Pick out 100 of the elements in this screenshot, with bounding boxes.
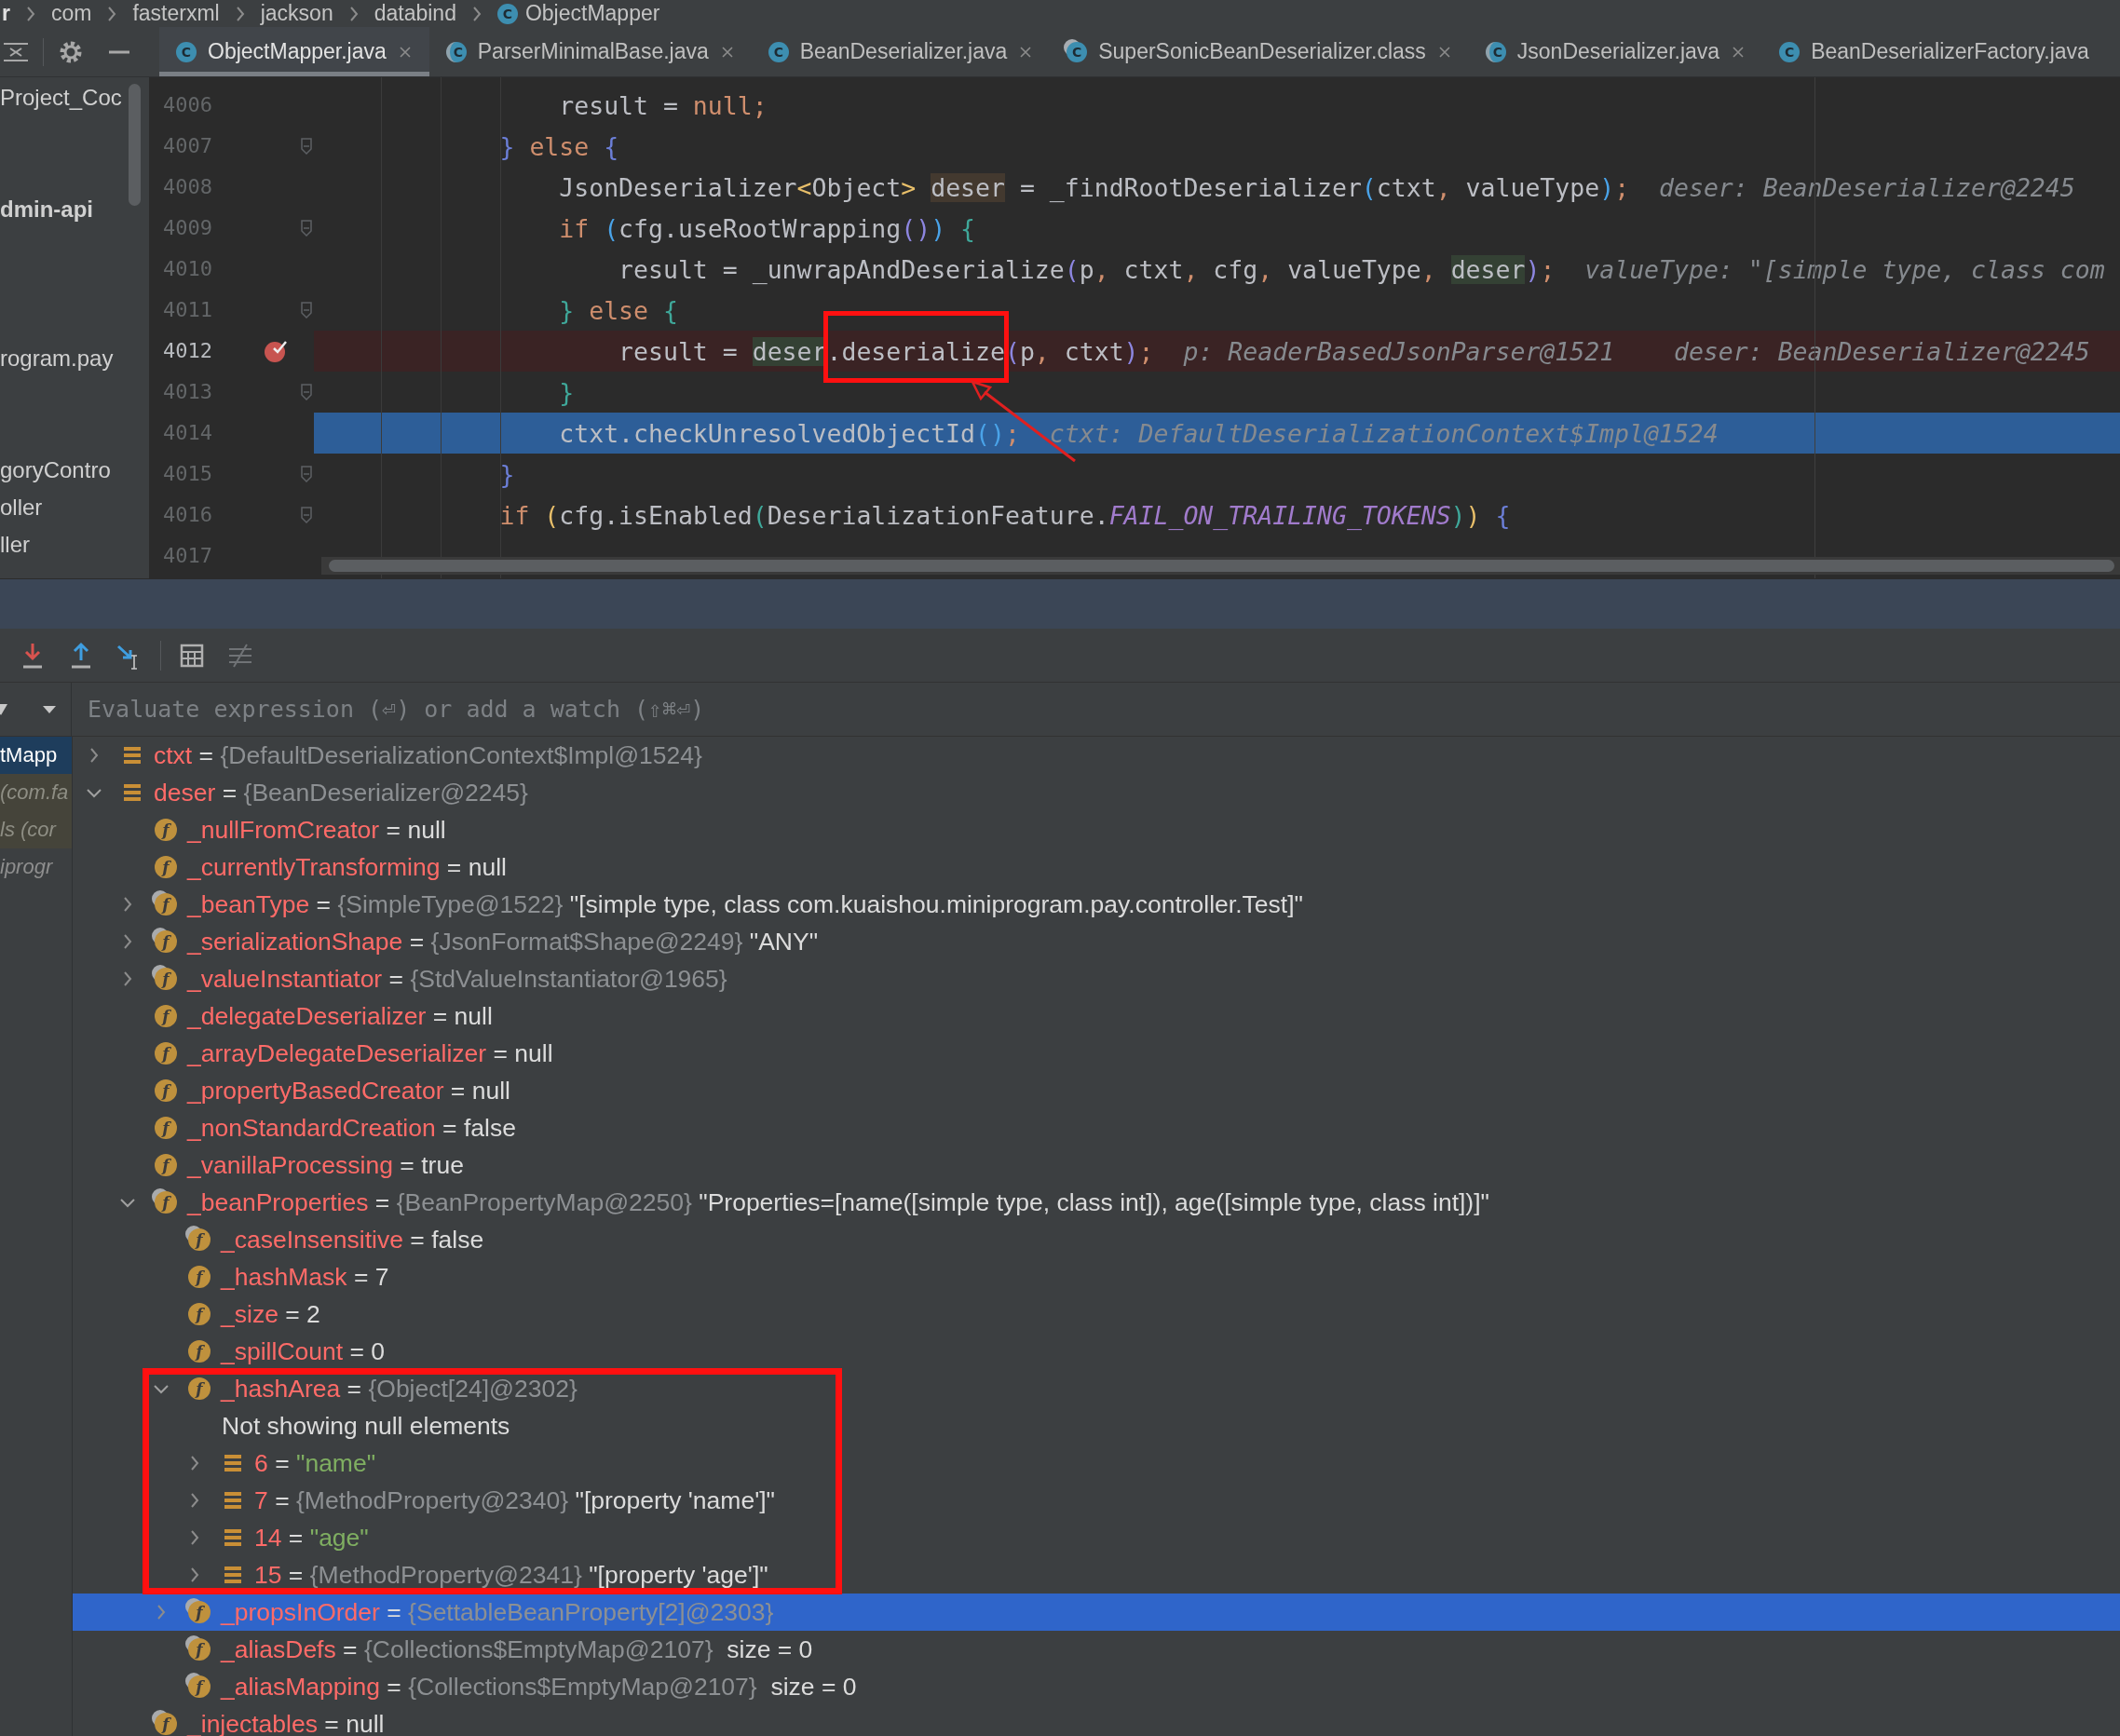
close-icon[interactable] bbox=[397, 44, 413, 60]
editor-tab[interactable]: C ObjectMapper.java bbox=[159, 27, 429, 76]
variable-text: _delegateDeserializer = null bbox=[187, 1001, 493, 1031]
close-icon[interactable] bbox=[719, 44, 735, 60]
project-tree-item[interactable]: rogram.pay bbox=[0, 346, 114, 372]
filter-icon[interactable] bbox=[0, 701, 9, 717]
variable-icon bbox=[224, 1566, 242, 1584]
variable-row[interactable]: f _hashArea = {Object[24]@2302} bbox=[73, 1370, 2120, 1407]
project-tree-item[interactable]: Project_Coc bbox=[0, 85, 122, 111]
variable-row[interactable]: f _serializationShape = {JsonFormat$Shape@2249} "ANY" bbox=[73, 923, 2120, 960]
close-icon[interactable] bbox=[1436, 44, 1452, 60]
abstract-class-icon: C bbox=[1485, 41, 1506, 62]
variable-row[interactable]: f _nonStandardCreation = false bbox=[73, 1109, 2120, 1146]
project-tree-item[interactable]: dmin-api bbox=[0, 197, 93, 223]
fold-icon[interactable] bbox=[299, 506, 313, 524]
field-icon: f bbox=[155, 1191, 177, 1214]
code-text: ctxt.checkUnresolvedObjectId(); bbox=[558, 418, 1020, 448]
variable-row[interactable]: f _beanType = {SimpleType@1522} "[simple type, class com.kuaishou.miniprogram.pay.controller.Test]" bbox=[73, 886, 2120, 923]
fold-icon[interactable] bbox=[299, 219, 313, 237]
field-icon: f bbox=[155, 1713, 177, 1735]
variable-text: _aliasDefs = {Collections$EmptyMap@2107} size = 0 bbox=[221, 1634, 813, 1664]
breadcrumb-item[interactable]: com bbox=[50, 1, 92, 26]
editor-tab[interactable]: C ParserMinimalBase.java bbox=[428, 27, 752, 76]
variable-row[interactable]: f _propsInOrder = {SettableBeanProperty[2]@2303} bbox=[73, 1594, 2120, 1631]
inline-value-hint: deser: BeanDeserializer@2245 bbox=[1673, 336, 2090, 366]
variable-text: _arrayDelegateDeserializer = null bbox=[187, 1038, 553, 1068]
variable-row[interactable]: f _beanProperties = {BeanPropertyMap@2250} "Properties=[name([simple type, class int]), age([simple type, class int])]" bbox=[73, 1184, 2120, 1221]
variable-row[interactable]: f _nullFromCreator = null bbox=[73, 811, 2120, 848]
variable-text: _beanProperties = {BeanPropertyMap@2250} "Properties=[name([simple type, class int]), age([simple type, class int])]" bbox=[187, 1187, 1489, 1217]
field-icon: f bbox=[155, 856, 177, 878]
line-number: 4013 bbox=[162, 379, 212, 405]
line-number: 4017 bbox=[162, 543, 212, 569]
variable-row[interactable]: deser = {BeanDeserializer@2245} bbox=[73, 774, 2120, 811]
variable-row[interactable]: f _arrayDelegateDeserializer = null bbox=[73, 1035, 2120, 1072]
variable-text: 14 = "age" bbox=[254, 1523, 369, 1553]
field-icon: f bbox=[188, 1638, 211, 1661]
variable-text: 7 = {MethodProperty@2340} "[property 'name']" bbox=[254, 1485, 775, 1515]
variable-text: _nonStandardCreation = false bbox=[187, 1113, 516, 1143]
variable-text: deser = {BeanDeserializer@2245} bbox=[154, 778, 528, 807]
variable-row[interactable]: f _vanillaProcessing = true bbox=[73, 1146, 2120, 1184]
variable-text: _vanillaProcessing = true bbox=[187, 1150, 464, 1180]
variable-text: _beanType = {SimpleType@1522} "[simple type, class com.kuaishou.miniprogram.pay.controller.Test]" bbox=[187, 889, 1303, 919]
variable-text: _size = 2 bbox=[221, 1299, 320, 1329]
line-number: 4015 bbox=[162, 461, 212, 487]
breadcrumb-item[interactable]: ObjectMapper bbox=[524, 1, 660, 26]
inline-value-hint: deser: BeanDeserializer@2245 bbox=[1659, 172, 2075, 202]
editor-tab[interactable]: C SuperSonicBeanDeserializer.class bbox=[1050, 27, 1469, 76]
variable-row[interactable]: f _spillCount = 0 bbox=[73, 1333, 2120, 1370]
variable-row[interactable]: 7 = {MethodProperty@2340} "[property 'name']" bbox=[73, 1482, 2120, 1519]
close-icon[interactable] bbox=[1018, 44, 1034, 60]
variable-row[interactable]: ctxt = {DefaultDeserializationContext$Impl@1524} bbox=[73, 737, 2120, 774]
breadcrumb-item[interactable]: jackson bbox=[260, 1, 333, 26]
editor-tab[interactable]: C JsonDeserializer.java bbox=[1468, 27, 1763, 76]
variable-row[interactable]: f _size = 2 bbox=[73, 1295, 2120, 1333]
editor-tab[interactable]: C BeanDeserializer.java bbox=[751, 27, 1051, 76]
breadcrumb-item[interactable]: databind bbox=[374, 1, 456, 26]
line-number: 4007 bbox=[162, 133, 212, 159]
breadcrumb-item[interactable]: fasterxml bbox=[132, 1, 220, 26]
variable-text: ctxt = {DefaultDeserializationContext$Impl@1524} bbox=[154, 740, 702, 770]
code-text: } bbox=[558, 377, 575, 407]
editor-tab[interactable]: C BeanDeserializerFactory.java bbox=[1762, 27, 2106, 76]
code-text: } else { bbox=[558, 295, 678, 325]
field-icon: f bbox=[155, 1079, 177, 1102]
code-text: } bbox=[498, 459, 515, 489]
variable-row[interactable]: Not showing null elements bbox=[73, 1407, 2120, 1444]
variable-row[interactable]: f _propertyBasedCreator = null bbox=[73, 1072, 2120, 1109]
variable-row[interactable]: 6 = "name" bbox=[73, 1444, 2120, 1482]
line-number: 4009 bbox=[162, 215, 212, 241]
fold-icon[interactable] bbox=[299, 137, 313, 156]
fold-icon[interactable] bbox=[299, 465, 313, 483]
variable-row[interactable]: 14 = "age" bbox=[73, 1519, 2120, 1556]
variable-row[interactable]: f _delegateDeserializer = null bbox=[73, 997, 2120, 1035]
variable-icon bbox=[224, 1491, 242, 1510]
scrollbar-thumb[interactable] bbox=[329, 560, 2114, 572]
code-text: if (cfg.isEnabled(DeserializationFeature.FAIL_ON_TRAILING_TOKENS)) { bbox=[498, 500, 1511, 530]
fold-icon[interactable] bbox=[299, 383, 313, 401]
fold-icon[interactable] bbox=[299, 301, 313, 319]
project-tree-item[interactable]: oller bbox=[0, 495, 43, 521]
variable-row[interactable]: f _hashMask = 7 bbox=[73, 1258, 2120, 1295]
project-tree-item[interactable]: ller bbox=[0, 532, 30, 558]
breadcrumb-item[interactable]: r bbox=[2, 1, 10, 26]
project-tree-item[interactable]: goryContro bbox=[0, 457, 111, 483]
variable-row[interactable]: f _valueInstantiator = {StdValueInstantiator@1965} bbox=[73, 960, 2120, 997]
field-icon: f bbox=[188, 1340, 211, 1363]
variable-text: _hashMask = 7 bbox=[221, 1262, 389, 1292]
variable-row[interactable]: f _currentlyTransforming = null bbox=[73, 848, 2120, 886]
variable-text: 15 = {MethodProperty@2341} "[property 'age']" bbox=[254, 1560, 768, 1590]
variable-row[interactable]: f _aliasMapping = {Collections$EmptyMap@2107} size = 0 bbox=[73, 1668, 2120, 1705]
variable-row[interactable]: f _caseInsensitive = false bbox=[73, 1221, 2120, 1258]
close-icon[interactable] bbox=[1731, 44, 1746, 60]
variable-row[interactable]: 15 = {MethodProperty@2341} "[property 'age']" bbox=[73, 1556, 2120, 1594]
scrollbar-thumb[interactable] bbox=[129, 84, 141, 206]
tree-note: Not showing null elements bbox=[222, 1411, 510, 1441]
variable-text: _caseInsensitive = false bbox=[221, 1225, 484, 1255]
class-icon: C bbox=[176, 41, 197, 62]
abstract-class-icon: C bbox=[445, 41, 467, 62]
field-icon: f bbox=[155, 1042, 177, 1065]
caret-icon[interactable] bbox=[41, 703, 58, 715]
variable-row[interactable]: f _aliasDefs = {Collections$EmptyMap@2107} size = 0 bbox=[73, 1631, 2120, 1668]
stack-frame[interactable]: tMapp bbox=[0, 737, 72, 774]
